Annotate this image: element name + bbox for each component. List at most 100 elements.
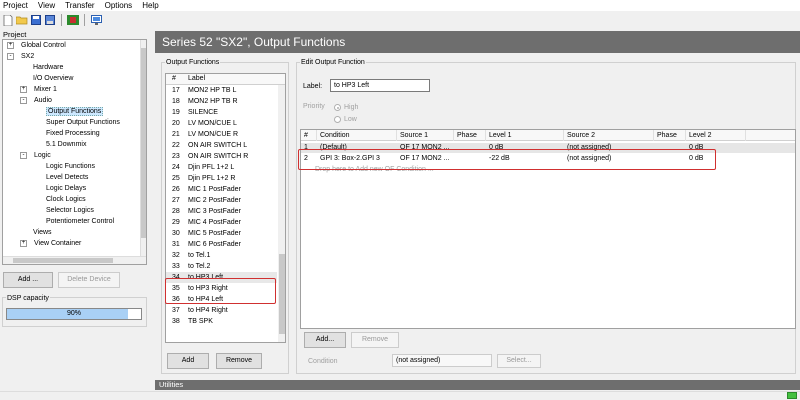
- list-item-num: 20: [172, 120, 180, 127]
- collapse-icon[interactable]: -: [20, 152, 27, 159]
- remove-condition-button[interactable]: Remove: [351, 332, 399, 348]
- list-item[interactable]: 30 MIC 5 PostFader: [166, 228, 277, 239]
- list-item[interactable]: 19 SILENCE: [166, 107, 277, 118]
- add-condition-button[interactable]: Add...: [304, 332, 346, 348]
- project-tree[interactable]: + Global Control - SX2 Hardware I/O Overview +…: [2, 39, 147, 265]
- tree-item[interactable]: Logic Delays: [33, 183, 86, 194]
- expand-icon[interactable]: +: [7, 42, 14, 49]
- list-item-label: ON AIR SWITCH R: [188, 153, 249, 160]
- save-icon[interactable]: [30, 14, 42, 26]
- list-item[interactable]: 17 MON2 HP TB L: [166, 85, 277, 96]
- collapse-icon[interactable]: -: [20, 97, 27, 104]
- add-device-button[interactable]: Add ...: [3, 272, 53, 288]
- menu-item-project[interactable]: Project: [3, 1, 28, 10]
- list-item[interactable]: 33 to Tel.2: [166, 261, 277, 272]
- list-item-num: 31: [172, 241, 180, 248]
- edit-output-function-title: Edit Output Function: [300, 59, 366, 66]
- tree-item[interactable]: Potentiometer Control: [33, 216, 114, 227]
- list-item-label: Djin PFL 1+2 L: [188, 164, 235, 171]
- list-item-label: to Tel.1: [188, 252, 211, 259]
- column-header-source2: Source 2: [564, 130, 654, 141]
- list-item[interactable]: 32 to Tel.1: [166, 250, 277, 261]
- list-item-num: 38: [172, 318, 180, 325]
- list-item-num: 28: [172, 208, 180, 215]
- tree-item[interactable]: + View Container: [20, 238, 81, 249]
- tree-item[interactable]: - SX2: [7, 51, 34, 62]
- tree-item[interactable]: Output Functions: [33, 106, 104, 117]
- list-item-label: TB SPK: [188, 318, 213, 325]
- list-item[interactable]: 20 LV MON/CUE L: [166, 118, 277, 129]
- list-item-num: 19: [172, 109, 180, 116]
- menu-item-transfer[interactable]: Transfer: [65, 1, 95, 10]
- priority-high-radio[interactable]: [334, 104, 341, 111]
- menu-bar: Project View Transfer Options Help: [0, 0, 800, 11]
- tree-item-label: Logic Delays: [46, 185, 87, 192]
- output-functions-title: Output Functions: [165, 59, 221, 66]
- tree-item[interactable]: Clock Logics: [33, 194, 86, 205]
- remove-output-function-button[interactable]: Remove: [216, 353, 262, 369]
- tree-item[interactable]: + Global Control: [7, 40, 66, 51]
- menu-item-options[interactable]: Options: [105, 1, 133, 10]
- tree-scroll-thumb[interactable]: [141, 48, 146, 238]
- add-output-function-button[interactable]: Add: [167, 353, 209, 369]
- list-item-label: MIC 5 PostFader: [188, 230, 241, 237]
- open-icon[interactable]: [16, 14, 28, 26]
- menu-item-help[interactable]: Help: [142, 1, 158, 10]
- tree-item[interactable]: - Logic: [20, 150, 51, 161]
- list-item[interactable]: 23 ON AIR SWITCH R: [166, 151, 277, 162]
- utilities-bar[interactable]: Utilities: [155, 380, 800, 390]
- list-item[interactable]: 25 Djin PFL 1+2 R: [166, 173, 277, 184]
- tree-item[interactable]: Selector Logics: [33, 205, 94, 216]
- label-caption: Label:: [303, 83, 323, 90]
- list-item[interactable]: 18 MON2 HP TB R: [166, 96, 277, 107]
- save-as-icon[interactable]: [44, 14, 56, 26]
- list-item[interactable]: 24 Djin PFL 1+2 L: [166, 162, 277, 173]
- label-input[interactable]: to HP3 Left: [330, 79, 430, 92]
- delete-device-button[interactable]: Delete Device: [58, 272, 120, 288]
- output-functions-scroll-thumb[interactable]: [279, 254, 285, 334]
- column-header-phase1: Phase: [454, 130, 486, 141]
- tree-item[interactable]: Level Detects: [33, 172, 88, 183]
- flag-icon[interactable]: [67, 14, 79, 26]
- monitor-icon[interactable]: [90, 14, 102, 26]
- list-item-label: MIC 2 PostFader: [188, 197, 241, 204]
- list-item-num: 18: [172, 98, 180, 105]
- tree-item-label: Level Detects: [46, 174, 89, 181]
- tree-hscroll-thumb[interactable]: [13, 258, 113, 263]
- priority-low-radio[interactable]: [334, 116, 341, 123]
- list-item[interactable]: 38 TB SPK: [166, 316, 277, 327]
- priority-low-label: Low: [344, 116, 357, 123]
- tree-item[interactable]: Hardware: [20, 62, 63, 73]
- tree-item[interactable]: 5.1 Downmix: [33, 139, 86, 150]
- list-item-num: 32: [172, 252, 180, 259]
- tree-item[interactable]: + Mixer 1: [20, 84, 57, 95]
- list-item-num: 17: [172, 87, 180, 94]
- list-item-label: MIC 4 PostFader: [188, 219, 241, 226]
- tree-item[interactable]: - Audio: [20, 95, 52, 106]
- list-item[interactable]: 26 MIC 1 PostFader: [166, 184, 277, 195]
- list-item-num: 33: [172, 263, 180, 270]
- tree-item[interactable]: Logic Functions: [33, 161, 95, 172]
- list-item-label: LV MON/CUE L: [188, 120, 237, 127]
- new-icon[interactable]: [2, 14, 14, 26]
- expand-icon[interactable]: +: [20, 86, 27, 93]
- menu-item-view[interactable]: View: [38, 1, 55, 10]
- list-item[interactable]: 29 MIC 4 PostFader: [166, 217, 277, 228]
- list-item-label: Djin PFL 1+2 R: [188, 175, 236, 182]
- priority-caption: Priority: [303, 103, 325, 110]
- expand-icon[interactable]: +: [20, 240, 27, 247]
- select-condition-button[interactable]: Select...: [497, 354, 541, 368]
- tree-item[interactable]: Views: [20, 227, 52, 238]
- tree-item-label: Selector Logics: [46, 207, 94, 214]
- tree-item[interactable]: Super Output Functions: [33, 117, 120, 128]
- collapse-icon[interactable]: -: [7, 53, 14, 60]
- dsp-capacity-value: 90%: [66, 310, 81, 317]
- list-item[interactable]: 37 to HP4 Right: [166, 305, 277, 316]
- tree-item[interactable]: Fixed Processing: [33, 128, 100, 139]
- list-item[interactable]: 21 LV MON/CUE R: [166, 129, 277, 140]
- list-item[interactable]: 31 MIC 6 PostFader: [166, 239, 277, 250]
- list-item[interactable]: 28 MIC 3 PostFader: [166, 206, 277, 217]
- tree-item[interactable]: I/O Overview: [20, 73, 73, 84]
- list-item[interactable]: 27 MIC 2 PostFader: [166, 195, 277, 206]
- list-item[interactable]: 22 ON AIR SWITCH L: [166, 140, 277, 151]
